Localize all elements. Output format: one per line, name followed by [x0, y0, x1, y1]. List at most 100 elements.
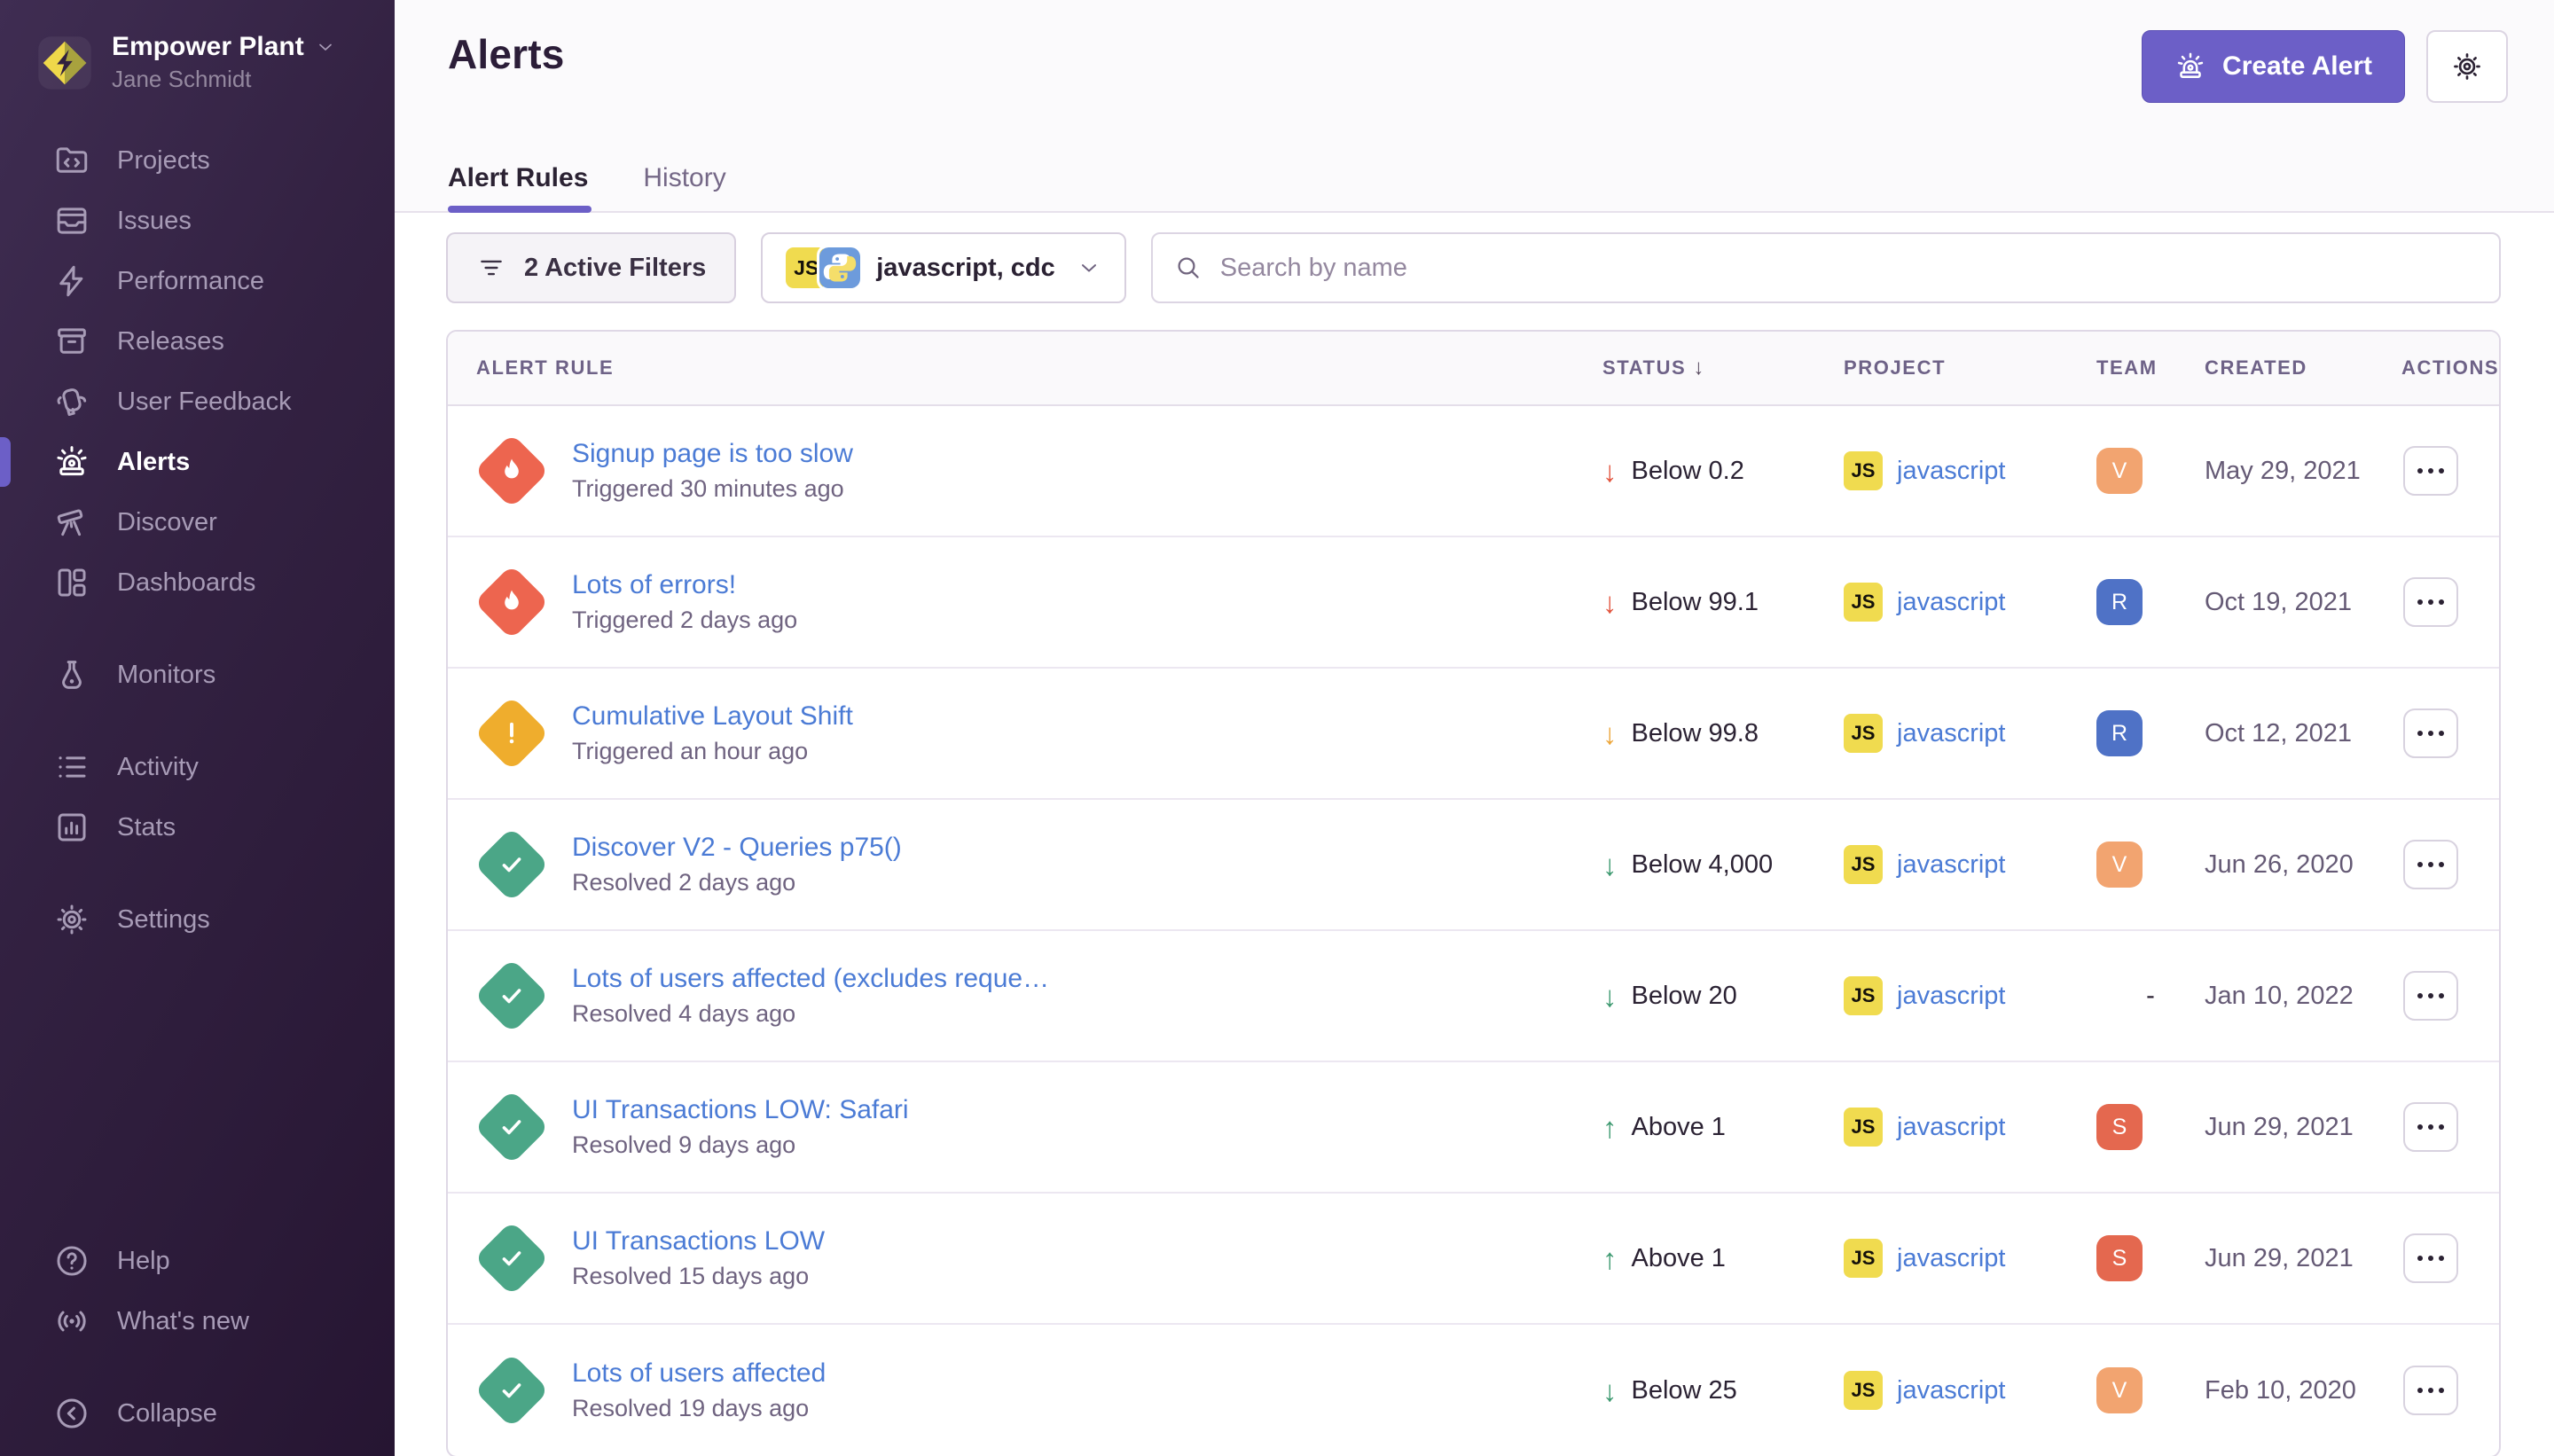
javascript-project-icon: JS	[1844, 1239, 1883, 1278]
alert-rule-link[interactable]: Lots of users affected	[572, 1358, 826, 1389]
sidebar-item-activity[interactable]: Activity	[0, 737, 395, 797]
row-actions-button[interactable]	[2403, 840, 2458, 889]
created-date: May 29, 2021	[2205, 457, 2401, 486]
severity-badge	[474, 1353, 550, 1429]
sidebar-item-performance[interactable]: Performance	[0, 251, 395, 311]
table-row: Signup page is too slowTriggered 30 minu…	[448, 406, 2499, 537]
filter-icon	[476, 253, 506, 283]
severity-badge	[474, 696, 550, 771]
alert-rule-link[interactable]: Lots of users affected (excludes reque…	[572, 964, 1049, 994]
active-indicator	[0, 437, 11, 487]
alert-rule-link[interactable]: Signup page is too slow	[572, 439, 853, 469]
telescope-icon	[53, 504, 90, 541]
table-row: Lots of users affected (excludes reque…R…	[448, 931, 2499, 1062]
project-filter-dropdown[interactable]: JS javascript, cdc	[761, 232, 1126, 303]
sidebar-item-label: Activity	[117, 753, 199, 782]
create-alert-button[interactable]: Create Alert	[2142, 30, 2405, 103]
javascript-project-icon: JS	[1844, 1371, 1883, 1410]
team-avatar: S	[2096, 1235, 2143, 1281]
sidebar-item-releases[interactable]: Releases	[0, 311, 395, 372]
sidebar-item-whats-new[interactable]: What's new	[0, 1291, 395, 1351]
project-link[interactable]: javascript	[1897, 588, 2006, 617]
row-actions-button[interactable]	[2403, 577, 2458, 627]
sidebar-item-dashboards[interactable]: Dashboards	[0, 552, 395, 613]
sidebar-item-label: Help	[117, 1247, 170, 1276]
threshold-arrow-icon: ↓	[1602, 850, 1618, 880]
sidebar-item-alerts[interactable]: Alerts	[0, 432, 395, 492]
project-link[interactable]: javascript	[1897, 719, 2006, 748]
sidebar-item-stats[interactable]: Stats	[0, 797, 395, 857]
active-filters-button[interactable]: 2 Active Filters	[446, 232, 736, 303]
alert-rule-link[interactable]: UI Transactions LOW	[572, 1226, 825, 1256]
siren-icon	[53, 443, 90, 481]
alert-rule-link[interactable]: Lots of errors!	[572, 570, 797, 600]
threshold-arrow-icon: ↑	[1602, 1113, 1618, 1142]
flask-icon	[53, 656, 90, 693]
tab-alert-rules[interactable]: Alert Rules	[448, 163, 591, 213]
row-actions-button[interactable]	[2403, 708, 2458, 758]
sidebar-item-issues[interactable]: Issues	[0, 191, 395, 251]
megaphone-icon	[53, 383, 90, 420]
severity-badge	[474, 1221, 550, 1296]
column-alert-rule: ALERT RULE	[448, 356, 1602, 380]
sidebar: Empower Plant Jane Schmidt Projects Issu…	[0, 0, 395, 1456]
project-link[interactable]: javascript	[1897, 1244, 2006, 1273]
activity-list-icon	[53, 748, 90, 786]
project-link[interactable]: javascript	[1897, 1113, 2006, 1142]
table-row: Lots of errors!Triggered 2 days ago ↓Bel…	[448, 537, 2499, 669]
tab-history[interactable]: History	[643, 163, 729, 213]
javascript-project-icon: JS	[1844, 845, 1883, 884]
help-icon	[53, 1242, 90, 1280]
alert-rule-subtitle: Triggered 2 days ago	[572, 607, 797, 634]
row-actions-button[interactable]	[2403, 446, 2458, 496]
sidebar-nav: Projects Issues Performance Releases Use…	[0, 130, 395, 950]
created-date: Jun 29, 2021	[2205, 1113, 2401, 1142]
sidebar-item-discover[interactable]: Discover	[0, 492, 395, 552]
sidebar-item-monitors[interactable]: Monitors	[0, 645, 395, 705]
table-row: UI Transactions LOW: SafariResolved 9 da…	[448, 1062, 2499, 1194]
siren-icon	[2174, 51, 2206, 82]
alert-rule-subtitle: Resolved 2 days ago	[572, 869, 902, 896]
project-link[interactable]: javascript	[1897, 1376, 2006, 1405]
alert-settings-button[interactable]	[2426, 30, 2508, 103]
bar-chart-icon	[53, 809, 90, 846]
create-alert-label: Create Alert	[2222, 51, 2372, 82]
severity-badge	[474, 565, 550, 640]
sidebar-item-help[interactable]: Help	[0, 1231, 395, 1291]
status-value: Below 4,000	[1632, 850, 1774, 880]
project-link[interactable]: javascript	[1897, 850, 2006, 880]
row-actions-button[interactable]	[2403, 971, 2458, 1021]
table-row: Lots of users affected Resolved 19 days a…	[448, 1325, 2499, 1456]
sidebar-item-label: Performance	[117, 267, 264, 296]
created-date: Jan 10, 2022	[2205, 982, 2401, 1011]
project-link[interactable]: javascript	[1897, 982, 2006, 1011]
row-actions-button[interactable]	[2403, 1102, 2458, 1152]
sidebar-item-collapse[interactable]: Collapse	[0, 1383, 395, 1444]
alert-rule-link[interactable]: Discover V2 - Queries p75()	[572, 833, 902, 863]
chevron-down-icon	[1077, 255, 1101, 280]
alert-rules-table: ALERT RULE STATUS↓ PROJECT TEAM CREATED …	[446, 330, 2501, 1456]
broadcast-icon	[53, 1303, 90, 1340]
column-status[interactable]: STATUS↓	[1602, 356, 1844, 380]
row-actions-button[interactable]	[2403, 1366, 2458, 1415]
org-switcher[interactable]: Empower Plant Jane Schmidt	[0, 0, 395, 93]
team-avatar: -	[2096, 982, 2205, 1011]
search-input[interactable]	[1151, 232, 2501, 303]
sidebar-item-label: Releases	[117, 327, 224, 356]
row-actions-button[interactable]	[2403, 1233, 2458, 1283]
column-created: CREATED	[2205, 356, 2401, 380]
created-date: Jun 29, 2021	[2205, 1244, 2401, 1273]
status-value: Below 0.2	[1632, 457, 1744, 486]
alert-rule-subtitle: Resolved 19 days ago	[572, 1395, 826, 1422]
project-link[interactable]: javascript	[1897, 457, 2006, 486]
sidebar-item-projects[interactable]: Projects	[0, 130, 395, 191]
javascript-project-icon: JS	[1844, 451, 1883, 490]
folder-code-icon	[53, 142, 90, 179]
sidebar-item-settings[interactable]: Settings	[0, 889, 395, 950]
alert-rule-link[interactable]: Cumulative Layout Shift	[572, 701, 853, 732]
status-value: Below 99.1	[1632, 588, 1759, 617]
sidebar-item-user-feedback[interactable]: User Feedback	[0, 372, 395, 432]
alert-rule-link[interactable]: UI Transactions LOW: Safari	[572, 1095, 909, 1125]
alert-rule-subtitle: Resolved 15 days ago	[572, 1263, 825, 1290]
team-avatar: R	[2096, 710, 2143, 756]
